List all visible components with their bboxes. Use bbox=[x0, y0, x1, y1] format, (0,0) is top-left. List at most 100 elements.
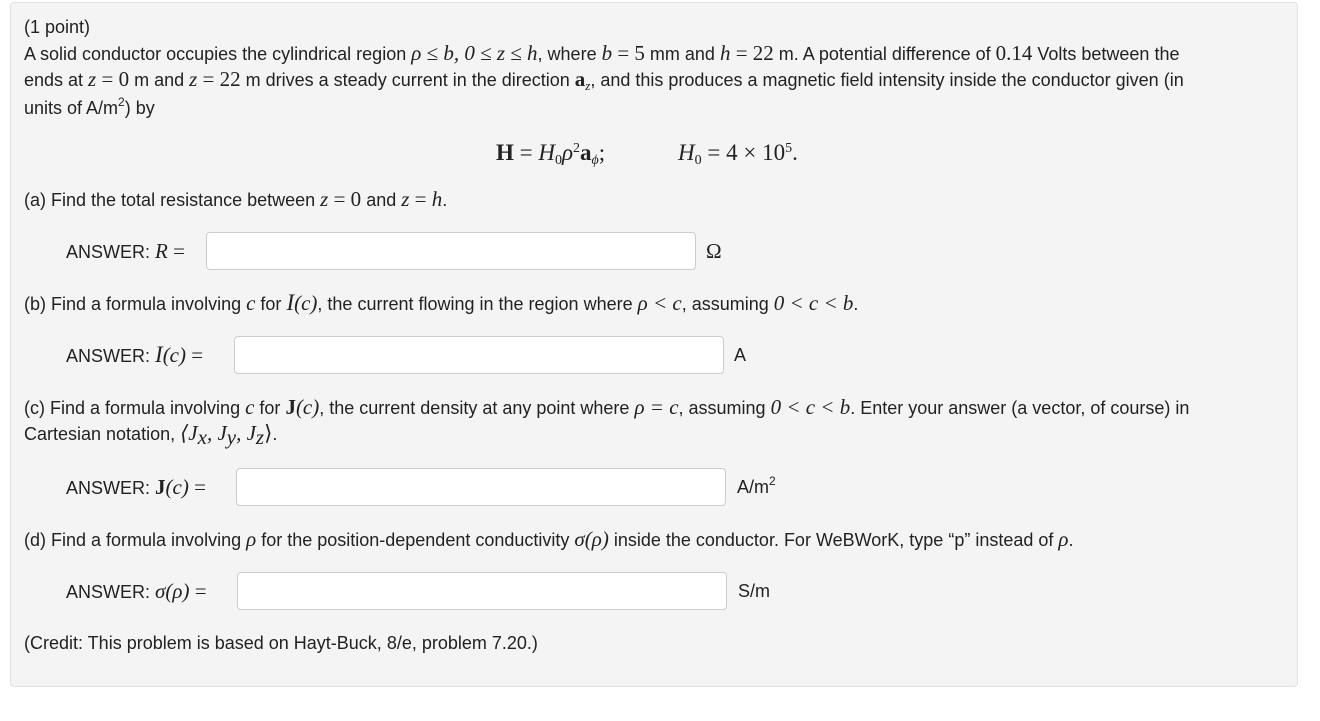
intro-math: = 5 bbox=[612, 41, 645, 65]
question-text: and bbox=[361, 190, 402, 210]
question-math: ⟨J bbox=[180, 421, 198, 445]
answer-label-math: σ(ρ) bbox=[155, 579, 190, 603]
eq-semicolon: ; bbox=[598, 140, 606, 165]
question-text: . bbox=[272, 424, 278, 444]
question-math: = bbox=[409, 187, 432, 211]
question-text: for bbox=[255, 294, 287, 314]
display-equation: H = H0ρ2aϕ; bbox=[496, 138, 605, 169]
question-text: . bbox=[442, 190, 448, 210]
answer-label-text: ANSWER: bbox=[66, 478, 156, 498]
eq-sign: = bbox=[513, 140, 539, 165]
answer-label-math: (c) bbox=[165, 475, 189, 499]
intro-sup: 2 bbox=[118, 95, 125, 109]
intro-text: ) by bbox=[124, 98, 155, 118]
unit-vector-az: a bbox=[574, 67, 586, 91]
intro-text: m drives a steady current in the directi… bbox=[240, 70, 575, 90]
eq-H0: H bbox=[678, 140, 695, 165]
question-math: , J bbox=[206, 421, 227, 445]
question-math: J bbox=[285, 395, 296, 419]
question-text: Cartesian notation, bbox=[24, 424, 181, 444]
part-a-unit: Ω bbox=[706, 238, 722, 265]
question-sub: x bbox=[197, 425, 207, 449]
intro-text: , where bbox=[537, 44, 602, 64]
question-text: inside the conductor. For WeBWorK, type … bbox=[608, 530, 1059, 550]
question-text: for bbox=[254, 398, 286, 418]
intro-text: mm and bbox=[644, 44, 720, 64]
eq-period: . bbox=[792, 140, 798, 165]
eq-sub: ϕ bbox=[591, 153, 599, 168]
intro-math: 0.14 bbox=[995, 41, 1033, 65]
problem-points: (1 point) bbox=[24, 17, 91, 37]
question-sub: z bbox=[255, 425, 265, 449]
display-equation-h0: H0 = 4 × 105. bbox=[678, 138, 798, 169]
problem-intro-line-2: ends at z = 0 m and z = 22 m drives a st… bbox=[24, 66, 1184, 93]
question-math: 0 < c < b bbox=[770, 395, 851, 419]
answer-label-eq: = bbox=[167, 239, 185, 263]
problem-intro-line-1: A solid conductor occupies the cylindric… bbox=[24, 40, 1179, 67]
question-math: (c) bbox=[294, 291, 318, 315]
question-text: , the current density at any point where bbox=[319, 398, 635, 418]
eq-H0: H bbox=[538, 140, 555, 165]
intro-math: = 0 bbox=[96, 67, 130, 91]
question-math: ρ bbox=[246, 527, 257, 551]
intro-text: Volts between the bbox=[1032, 44, 1180, 64]
answer-label-math: I bbox=[155, 342, 163, 367]
question-text: . Enter your answer (a vector, of course… bbox=[850, 398, 1190, 418]
part-d-question: (d) Find a formula involving ρ for the p… bbox=[24, 526, 1074, 553]
question-text: , the current flowing in the region wher… bbox=[317, 294, 638, 314]
problem-intro-line-3: units of A/m2) by bbox=[24, 95, 155, 121]
eq-a-phi: a bbox=[580, 140, 592, 165]
part-c-question-line-1: (c) Find a formula involving c for J(c),… bbox=[24, 394, 1189, 421]
answer-label-math: (c) bbox=[162, 343, 186, 367]
question-math: ρ = c bbox=[634, 395, 679, 419]
part-b-answer-label: ANSWER: I(c) = bbox=[66, 342, 203, 369]
part-c-question-line-2: Cartesian notation, ⟨Jx, Jy, Jz⟩. bbox=[24, 420, 278, 449]
eq-sup: 2 bbox=[573, 141, 581, 156]
answer-label-text: ANSWER: bbox=[66, 242, 156, 262]
question-math: , J bbox=[236, 421, 256, 445]
question-math: I bbox=[286, 290, 295, 315]
eq-rhs: = 4 × 10 bbox=[701, 140, 786, 165]
question-text: (a) Find the total resistance between bbox=[24, 190, 321, 210]
answer-input-conductivity[interactable] bbox=[237, 572, 727, 610]
answer-input-resistance[interactable] bbox=[206, 232, 696, 270]
question-math: 0 < c < b bbox=[773, 291, 854, 315]
answer-label-math: R bbox=[155, 239, 168, 263]
question-text: (d) Find a formula involving bbox=[24, 530, 247, 550]
question-sub: y bbox=[226, 425, 237, 449]
part-a-answer-label: ANSWER: R = bbox=[66, 238, 185, 265]
answer-label-eq: = bbox=[189, 579, 207, 603]
part-a-question: (a) Find the total resistance between z … bbox=[24, 186, 447, 213]
part-d-unit: S/m bbox=[738, 578, 770, 604]
eq-rho: ρ bbox=[562, 140, 574, 165]
question-math: = 0 bbox=[328, 187, 362, 211]
question-text: for the position-dependent conductivity bbox=[256, 530, 575, 550]
problem-credit: (Credit: This problem is based on Hayt-B… bbox=[24, 633, 538, 653]
answer-input-current-density[interactable] bbox=[236, 468, 726, 506]
intro-math: h bbox=[719, 41, 731, 65]
part-d-answer-label: ANSWER: σ(ρ) = bbox=[66, 578, 207, 605]
question-text: . bbox=[853, 294, 859, 314]
unit-ohm: Ω bbox=[706, 239, 722, 263]
unit-siemens-per-m: S/m bbox=[738, 581, 771, 601]
question-text: , assuming bbox=[678, 398, 771, 418]
eq-sub: 0 bbox=[694, 153, 702, 168]
intro-text: ends at bbox=[24, 70, 89, 90]
answer-input-current[interactable] bbox=[234, 336, 724, 374]
intro-text: units of A/m bbox=[24, 98, 119, 118]
eq-sub: 0 bbox=[555, 153, 562, 168]
eq-H: H bbox=[496, 140, 514, 165]
question-text: . bbox=[1068, 530, 1074, 550]
question-math: σ(ρ) bbox=[574, 527, 609, 551]
intro-text: m and bbox=[129, 70, 190, 90]
part-c-unit: A/m2 bbox=[737, 474, 776, 500]
answer-label-text: ANSWER: bbox=[66, 582, 156, 602]
part-b-question: (b) Find a formula involving c for I(c),… bbox=[24, 290, 858, 317]
question-math: h bbox=[431, 187, 443, 211]
intro-math: = 22 bbox=[730, 41, 774, 65]
intro-text: , and this produces a magnetic field int… bbox=[590, 70, 1184, 90]
intro-math: b bbox=[601, 41, 613, 65]
intro-math: z bbox=[88, 67, 97, 91]
answer-label-math: J bbox=[155, 475, 166, 499]
question-math: ρ bbox=[1058, 527, 1069, 551]
